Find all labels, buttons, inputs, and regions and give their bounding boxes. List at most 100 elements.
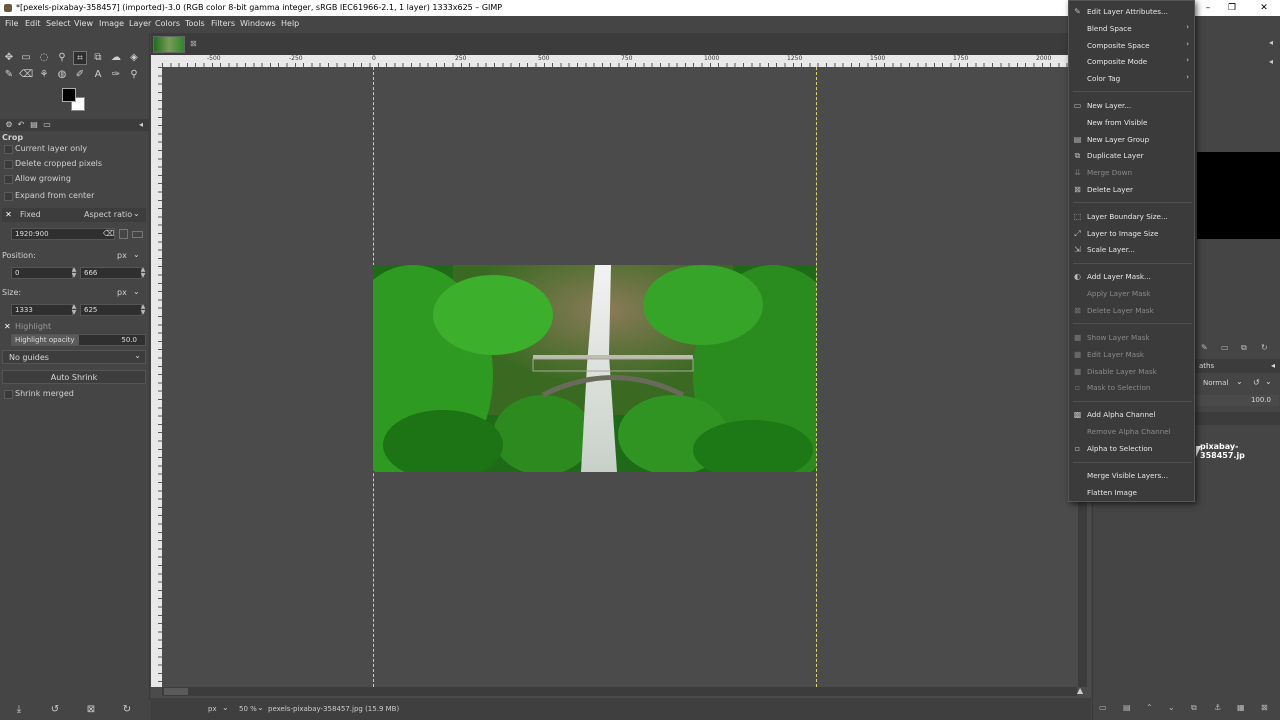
chevron-down-icon[interactable]: ⌄ — [133, 250, 140, 259]
shrink-merged-checkbox[interactable] — [4, 390, 13, 399]
menu-item-add-layer-mask[interactable]: Add Layer Mask... — [1087, 272, 1151, 281]
position-unit-select[interactable]: px — [117, 251, 127, 260]
menu-edit[interactable]: Edit — [25, 19, 41, 28]
menu-item-composite-mode[interactable]: Composite Mode — [1087, 57, 1147, 66]
undo-history-tab-icon[interactable]: ↶ — [14, 118, 28, 132]
color-picker-icon[interactable]: ✑ — [109, 68, 123, 82]
aspect-ratio-input[interactable]: 1920:900 — [11, 228, 115, 240]
menu-item-color-tag[interactable]: Color Tag — [1087, 74, 1120, 83]
menu-item-new-layer-group[interactable]: New Layer Group — [1087, 135, 1149, 144]
scrollbar-thumb[interactable] — [164, 688, 188, 695]
current-layer-only-checkbox[interactable] — [4, 145, 13, 154]
menu-filters[interactable]: Filters — [211, 19, 235, 28]
size-unit-select[interactable]: px — [117, 288, 127, 297]
dock-menu-icon[interactable]: ◂ — [1271, 361, 1275, 370]
paintbrush-icon[interactable]: ✎ — [2, 68, 16, 82]
canvas-image[interactable] — [373, 265, 816, 472]
text-tool-icon[interactable]: A — [91, 68, 105, 82]
duplicate-brush-icon[interactable]: ⧉ — [1241, 343, 1247, 353]
images-tab-icon[interactable]: ▭ — [40, 118, 54, 132]
menu-colors[interactable]: Colors — [155, 19, 180, 28]
refresh-brush-icon[interactable]: ↻ — [1261, 343, 1268, 352]
dock-menu-icon[interactable]: ◂ — [1269, 57, 1273, 66]
paths-icon[interactable]: ✐ — [73, 68, 87, 82]
menu-view[interactable]: View — [74, 19, 93, 28]
menu-item-delete-layer[interactable]: Delete Layer — [1087, 185, 1133, 194]
smudge-icon[interactable]: ◍ — [55, 68, 69, 82]
warp-icon[interactable]: ☁ — [109, 51, 123, 65]
chevron-down-icon[interactable]: ⌄ — [1236, 377, 1243, 386]
close-tab-icon[interactable]: ⊠ — [190, 39, 197, 48]
bucket-fill-icon[interactable]: ◈ — [127, 51, 141, 65]
menu-windows[interactable]: Windows — [240, 19, 276, 28]
zoom-icon[interactable]: ⚲ — [127, 68, 141, 82]
menu-item-edit-layer-attributes[interactable]: Edit Layer Attributes... — [1087, 7, 1168, 16]
highlight-opacity-slider[interactable]: Highlight opacity 50.0 — [11, 334, 146, 346]
menu-item-layer-to-image-size[interactable]: Layer to Image Size — [1087, 229, 1158, 238]
menu-file[interactable]: File — [5, 19, 18, 28]
lasso-icon[interactable]: ◌ — [37, 51, 51, 65]
clone-icon[interactable]: ⚘ — [37, 68, 51, 82]
device-status-tab-icon[interactable]: ▤ — [27, 118, 41, 132]
maximize-button[interactable]: ❐ — [1220, 0, 1244, 16]
chevron-down-icon[interactable]: ⌄ — [222, 703, 229, 712]
move-tool-icon[interactable]: ✥ — [2, 51, 16, 65]
layer-opacity-slider[interactable]: 100.0 — [1193, 395, 1279, 406]
size-height-input[interactable]: 625 — [80, 304, 142, 316]
new-group-icon[interactable]: ▤ — [1123, 703, 1131, 712]
chevron-down-icon[interactable]: ⌄ — [1265, 377, 1272, 386]
portrait-icon[interactable] — [119, 229, 128, 239]
layer-mode-select[interactable]: Normal — [1203, 379, 1228, 387]
allow-growing-checkbox[interactable] — [4, 175, 13, 184]
stepper-icon[interactable]: ▲ ▼ — [139, 267, 147, 279]
delete-cropped-checkbox[interactable] — [4, 160, 13, 169]
crop-tool-icon[interactable]: ⌗ — [73, 51, 87, 65]
menu-layer[interactable]: Layer — [129, 19, 151, 28]
menu-item-new-from-visible[interactable]: New from Visible — [1087, 118, 1147, 127]
menu-select[interactable]: Select — [46, 19, 71, 28]
menu-item-composite-space[interactable]: Composite Space — [1087, 41, 1150, 50]
menu-item-duplicate-layer[interactable]: Duplicate Layer — [1087, 151, 1144, 160]
new-layer-icon[interactable]: ▭ — [1099, 703, 1107, 712]
reset-mode-icon[interactable]: ↺ — [1253, 378, 1260, 387]
menu-item-blend-space[interactable]: Blend Space — [1087, 24, 1132, 33]
minimize-button[interactable]: – — [1196, 0, 1220, 16]
menu-item-merge-visible-layers[interactable]: Merge Visible Layers... — [1087, 471, 1168, 480]
restore-options-icon[interactable]: ↺ — [48, 703, 62, 717]
rect-select-icon[interactable]: ▭ — [19, 51, 33, 65]
image-tab-thumbnail[interactable] — [153, 36, 185, 53]
chevron-down-icon[interactable]: ⌄ — [133, 287, 140, 296]
foreground-color-swatch[interactable] — [62, 88, 76, 102]
fuzzy-select-icon[interactable]: ⚲ — [55, 51, 69, 65]
menu-item-alpha-to-selection[interactable]: Alpha to Selection — [1087, 444, 1152, 453]
tab-menu-icon[interactable]: ◂ — [134, 118, 148, 132]
position-y-input[interactable]: 666 — [80, 267, 142, 279]
delete-layer-icon[interactable]: ⊠ — [1261, 703, 1268, 712]
menu-item-flatten-image[interactable]: Flatten Image — [1087, 488, 1137, 497]
size-width-input[interactable]: 1333 — [11, 304, 73, 316]
chevron-down-icon[interactable]: ⌄ — [133, 209, 140, 218]
unified-transform-icon[interactable]: ⧉ — [91, 51, 105, 65]
fixed-mode-select[interactable]: Aspect ratio — [84, 210, 132, 219]
highlight-checkbox[interactable]: ✕ — [4, 322, 11, 331]
menu-image[interactable]: Image — [99, 19, 124, 28]
mask-layer-icon[interactable]: ▦ — [1237, 703, 1245, 712]
duplicate-layer-icon[interactable]: ⧉ — [1191, 703, 1197, 713]
stepper-icon[interactable]: ▲ ▼ — [139, 304, 147, 316]
new-brush-icon[interactable]: ▭ — [1221, 343, 1229, 352]
delete-options-icon[interactable]: ⊠ — [84, 703, 98, 717]
layer-row-name[interactable]: pixabay-358457.jp — [1200, 442, 1280, 460]
anchor-layer-icon[interactable]: ⚓ — [1214, 703, 1221, 712]
fixed-checkbox[interactable]: ✕ — [4, 210, 13, 219]
zoom-select[interactable]: 50 % — [239, 705, 257, 713]
expand-center-checkbox[interactable] — [4, 192, 13, 201]
tab-paths[interactable]: aths — [1199, 362, 1214, 370]
menu-item-new-layer[interactable]: New Layer... — [1087, 101, 1131, 110]
lower-layer-icon[interactable]: ⌄ — [1168, 703, 1175, 712]
position-x-input[interactable]: 0 — [11, 267, 73, 279]
menu-item-add-alpha-channel[interactable]: Add Alpha Channel — [1087, 410, 1155, 419]
save-options-icon[interactable]: ⤓ — [12, 703, 26, 717]
eraser-icon[interactable]: ⌫ — [19, 68, 33, 82]
stepper-icon[interactable]: ▲ ▼ — [70, 304, 78, 316]
clear-field-icon[interactable]: ⌫ — [103, 229, 114, 238]
